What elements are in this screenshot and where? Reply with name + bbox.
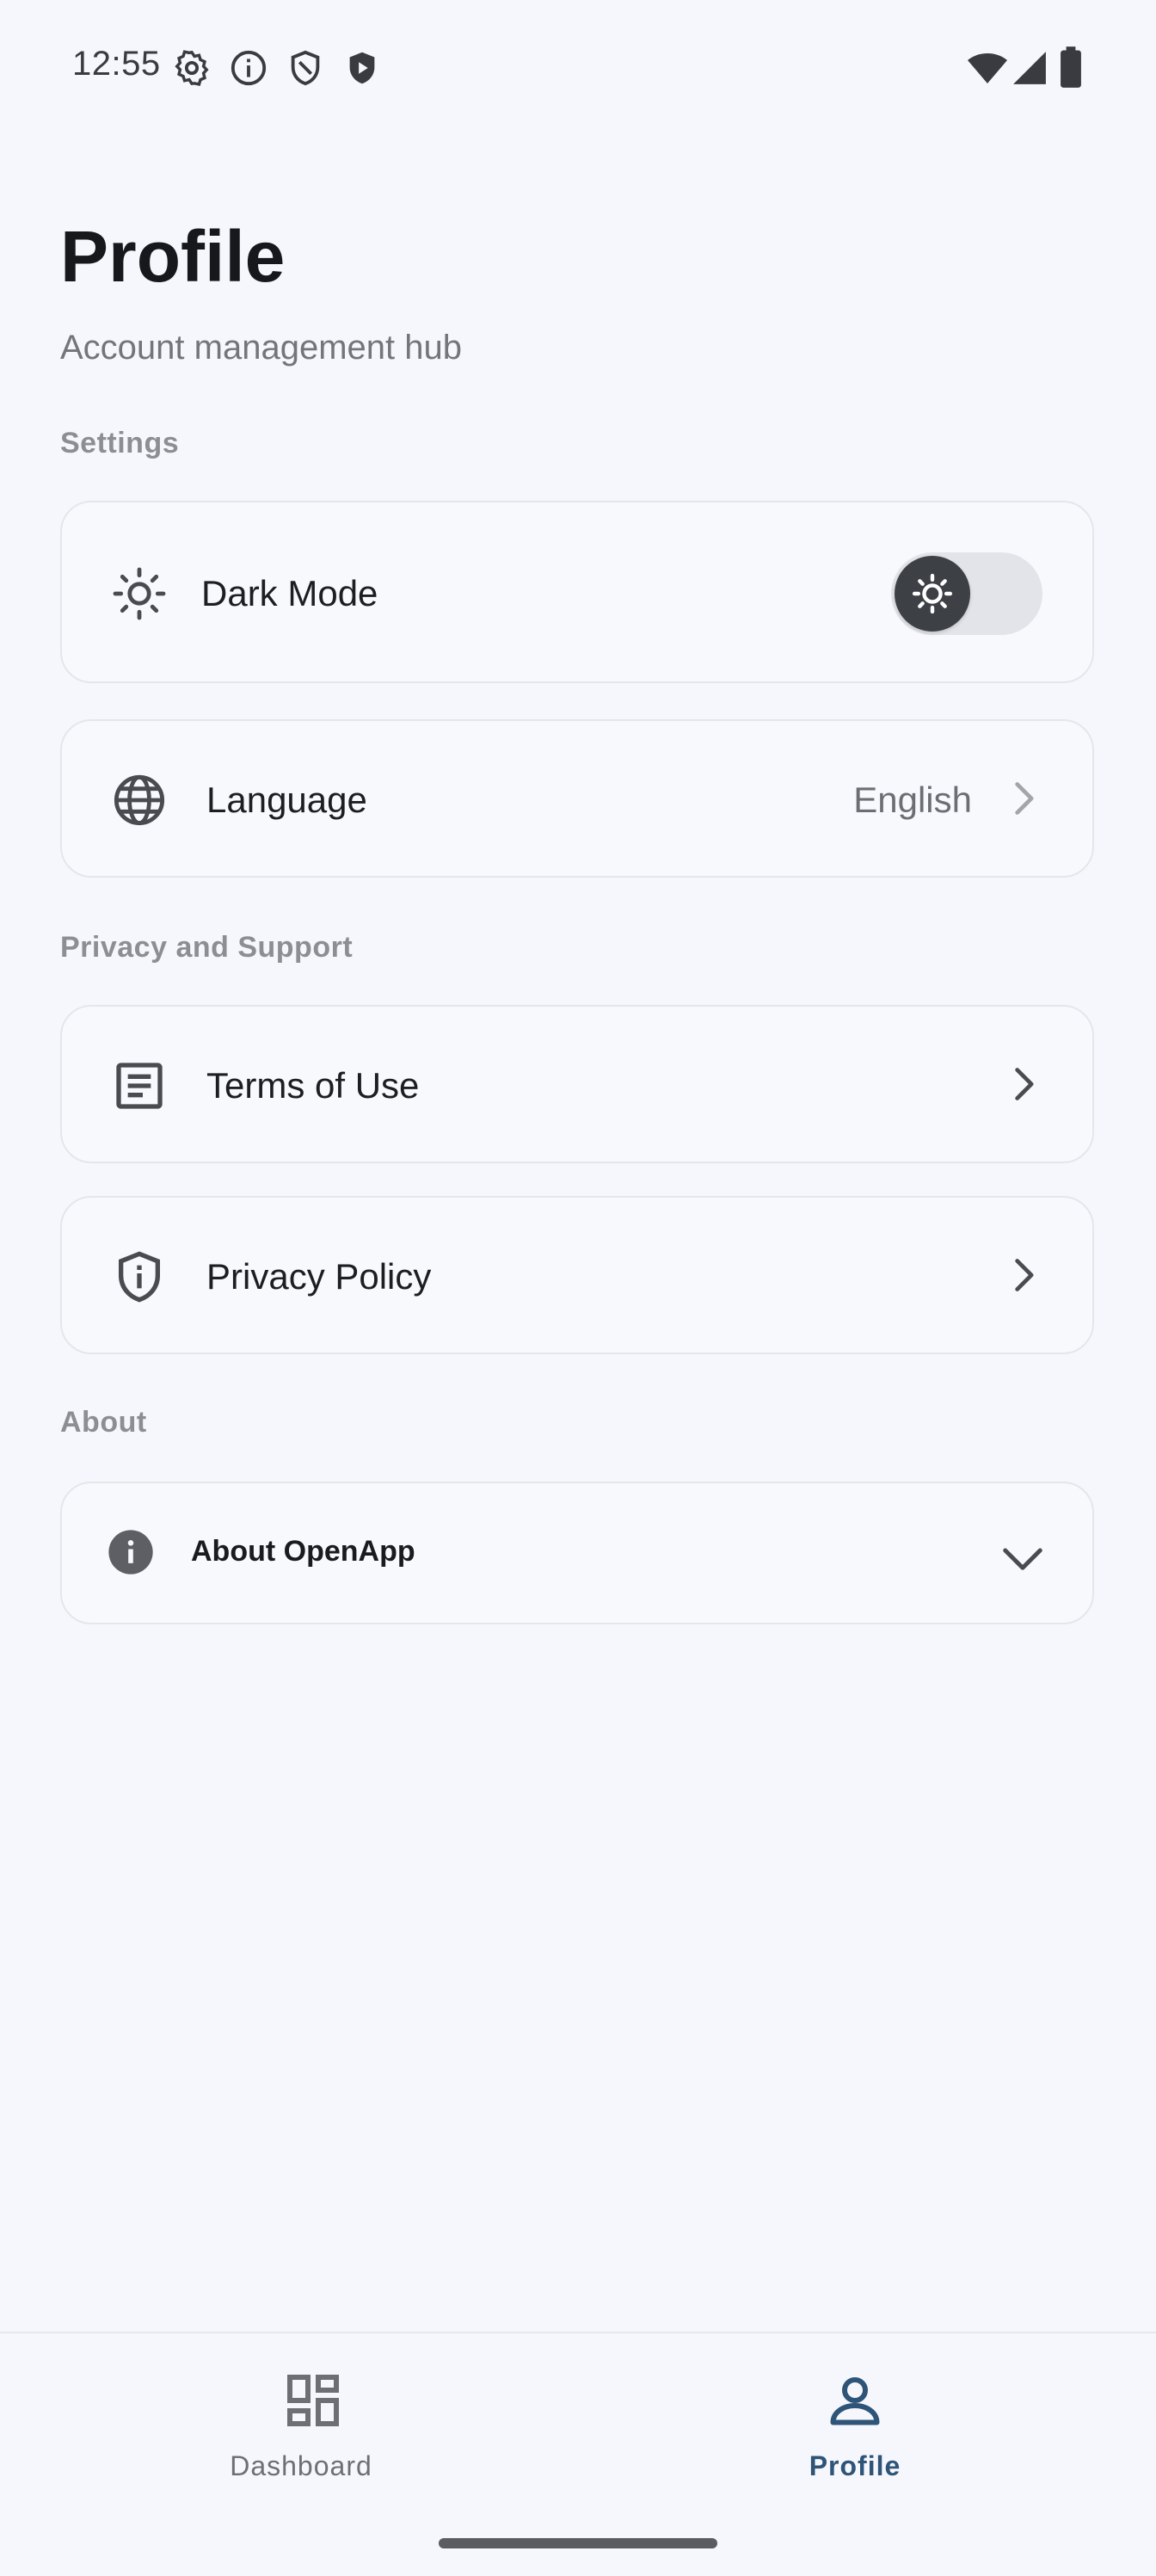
shield-play-icon xyxy=(349,52,375,84)
wifi-icon xyxy=(968,53,1007,83)
signal-icon xyxy=(1013,52,1046,84)
terms-of-use-label: Terms of Use xyxy=(206,1065,420,1106)
nav-label-dashboard: Dashboard xyxy=(230,2450,372,2481)
dashboard-icon xyxy=(287,2375,339,2426)
chevron-right-icon xyxy=(1015,1259,1034,1291)
chevron-right-icon xyxy=(1015,782,1034,815)
battery-icon xyxy=(1061,46,1081,88)
dark-mode-row[interactable]: Dark Mode xyxy=(60,501,1094,683)
about-openapp-label: About OpenApp xyxy=(191,1535,415,1568)
page-subtitle: Account management hub xyxy=(60,329,462,367)
status-bar: 12:55 xyxy=(0,0,1156,138)
info-circle-icon xyxy=(108,1530,153,1575)
nav-item-dashboard[interactable]: Dashboard xyxy=(12,2333,590,2505)
nav-item-profile[interactable]: Profile xyxy=(566,2333,1144,2505)
shield-icon xyxy=(291,50,320,86)
section-label-about: About xyxy=(60,1406,147,1439)
language-label: Language xyxy=(206,780,367,820)
document-icon xyxy=(116,1063,163,1109)
sun-small-icon xyxy=(912,573,953,614)
sun-icon xyxy=(113,567,166,620)
about-openapp-row[interactable]: About OpenApp xyxy=(60,1482,1094,1624)
page-title: Profile xyxy=(60,216,286,297)
section-label-settings: Settings xyxy=(60,427,180,459)
dark-mode-label: Dark Mode xyxy=(201,573,378,613)
language-value: English xyxy=(853,780,972,820)
chevron-right-icon xyxy=(1015,1068,1034,1100)
dark-mode-toggle[interactable] xyxy=(891,552,1042,635)
status-time: 12:55 xyxy=(72,45,161,83)
privacy-policy-label: Privacy Policy xyxy=(206,1256,432,1297)
person-icon xyxy=(830,2377,880,2425)
section-label-privacy: Privacy and Support xyxy=(60,931,354,964)
nav-label-profile: Profile xyxy=(809,2450,901,2481)
shield-info-icon xyxy=(119,1251,160,1303)
language-row[interactable]: Language English xyxy=(60,719,1094,878)
chevron-down-icon[interactable] xyxy=(999,1535,1046,1581)
home-indicator[interactable] xyxy=(439,2538,717,2548)
privacy-policy-row[interactable]: Privacy Policy xyxy=(60,1196,1094,1354)
globe-icon xyxy=(114,774,165,826)
gear-icon xyxy=(175,50,209,86)
toggle-knob xyxy=(895,556,970,632)
info-icon xyxy=(231,50,267,86)
terms-of-use-row[interactable]: Terms of Use xyxy=(60,1005,1094,1163)
